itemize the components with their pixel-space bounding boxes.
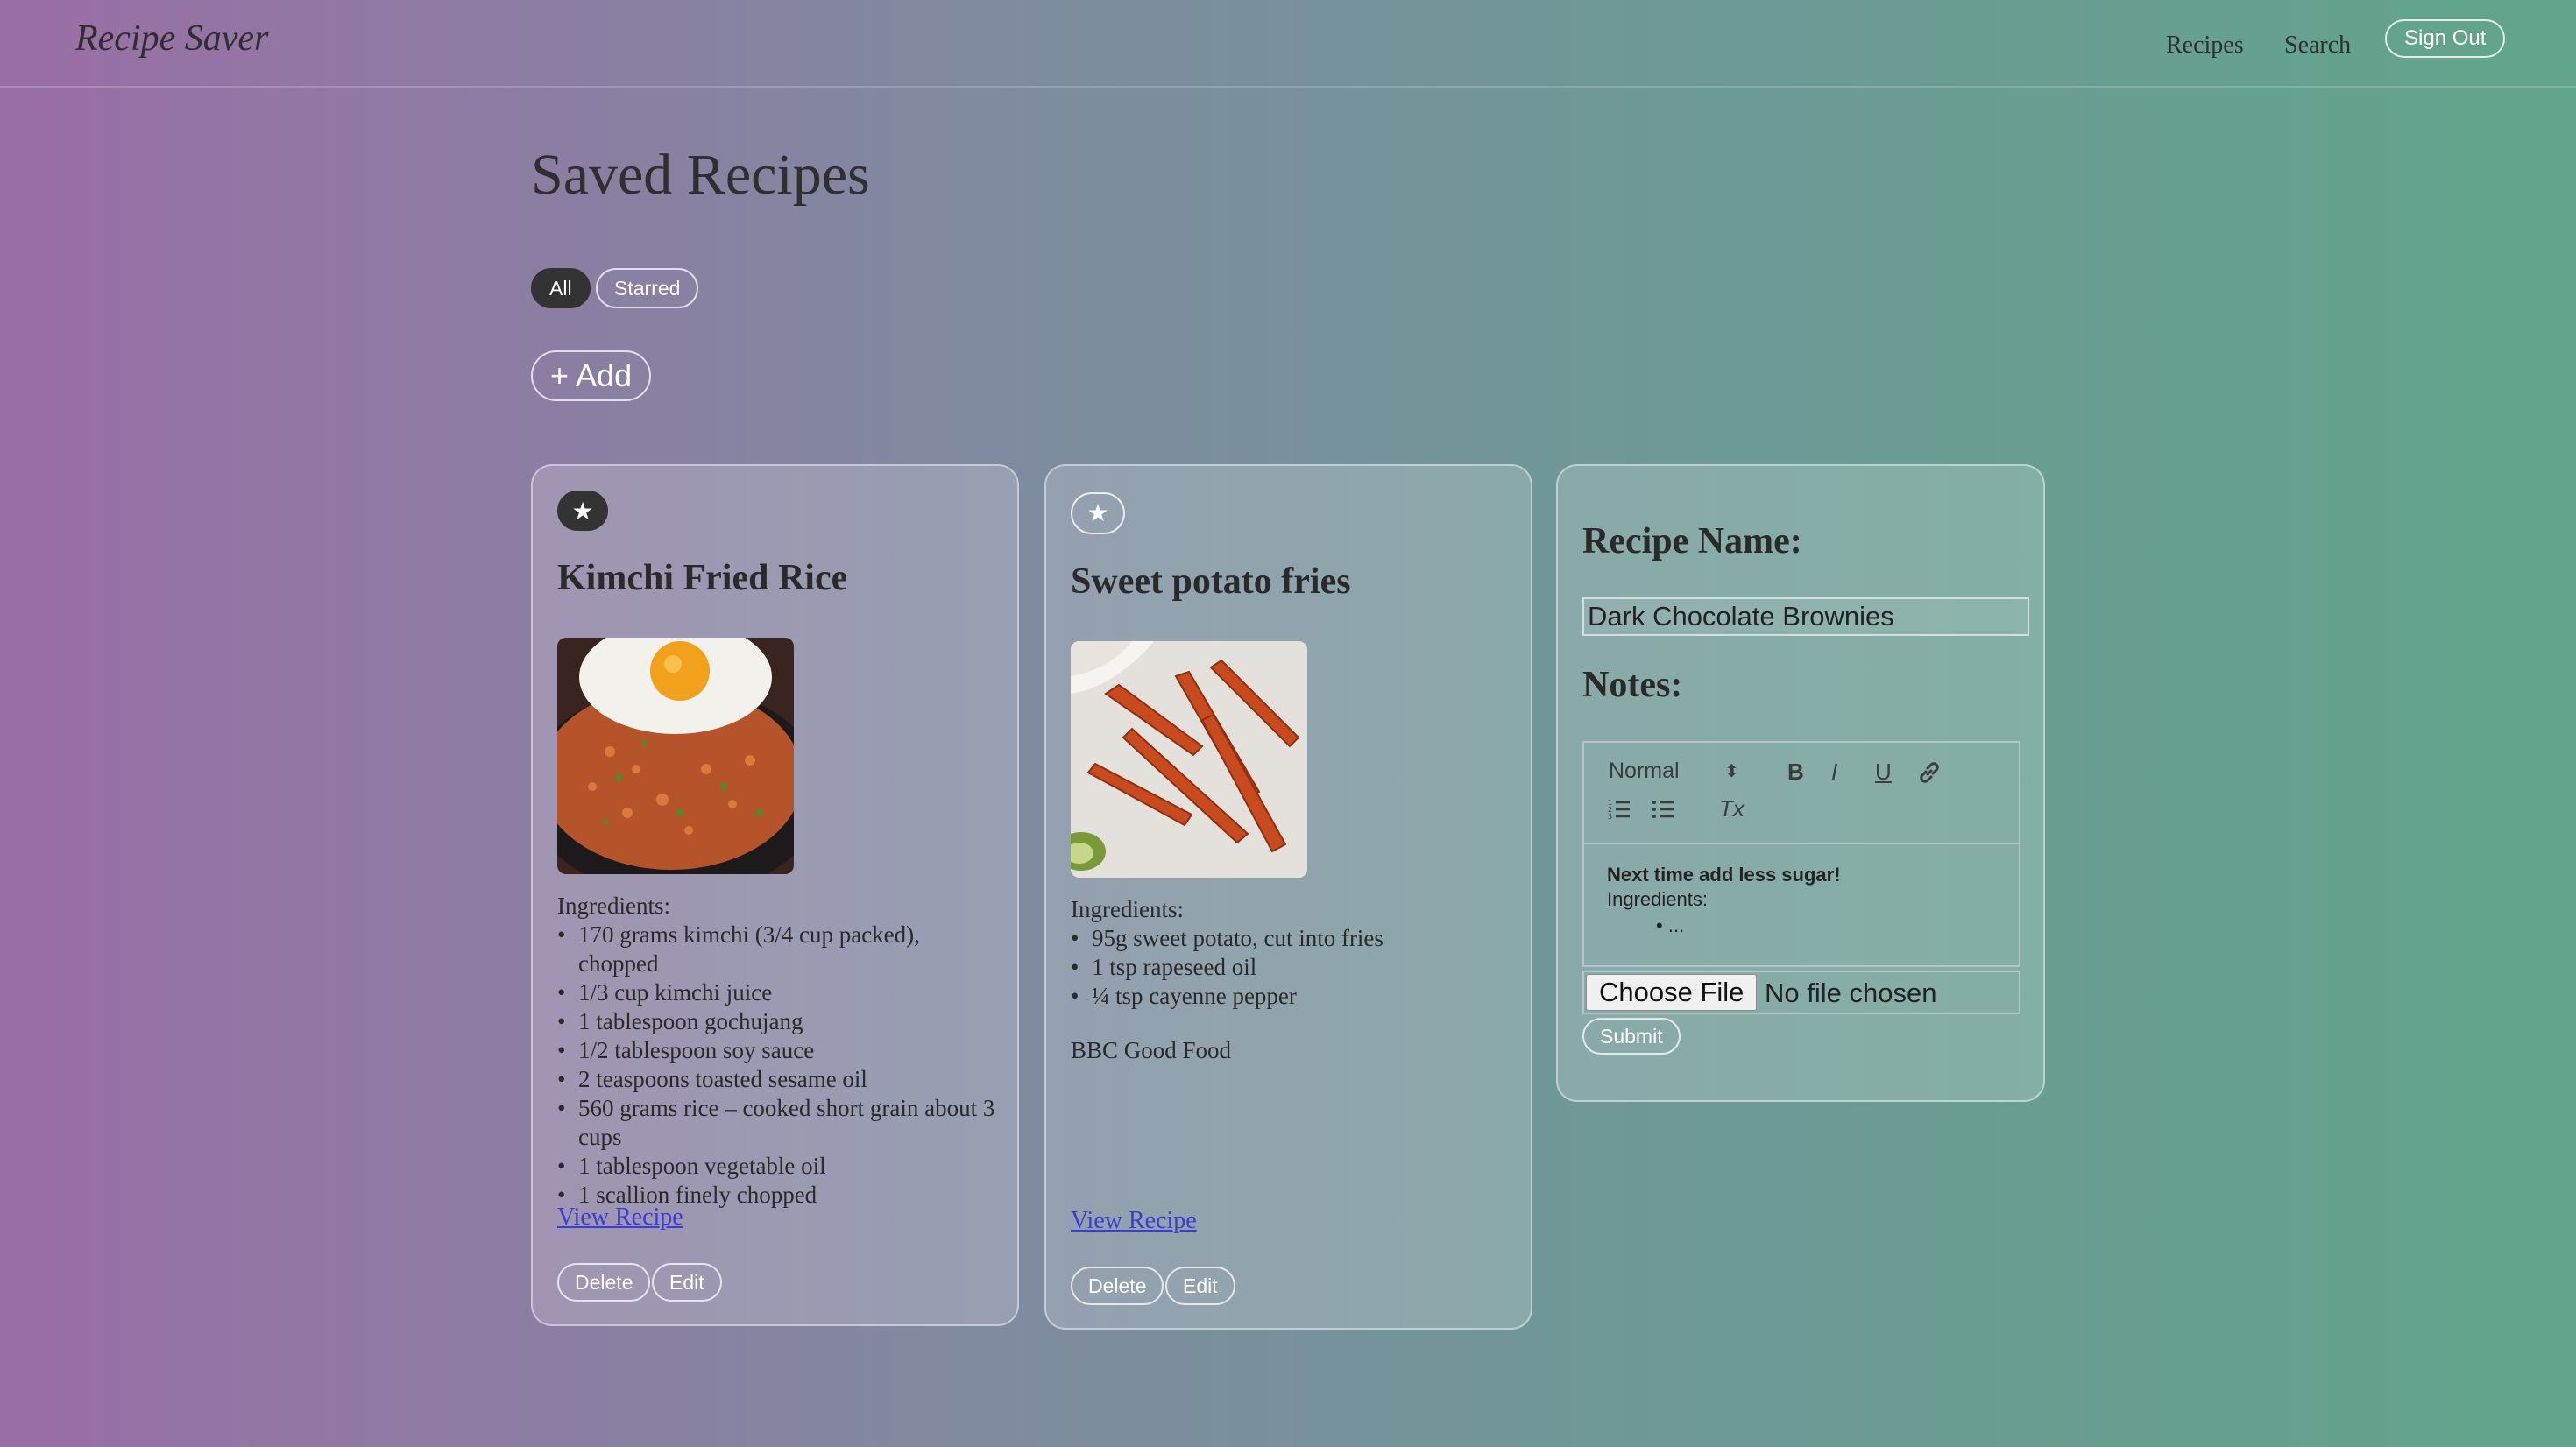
new-recipe-form: Recipe Name: Notes: Normal ⬍ B I U 1 2: [1556, 464, 2045, 1102]
list-item: 1/3 cup kimchi juice: [557, 978, 995, 1007]
add-recipe-button[interactable]: + Add: [531, 350, 652, 401]
ingredients-list: Ingredients: 170 grams kimchi (3/4 cup p…: [557, 892, 995, 1210]
recipe-title: Kimchi Fried Rice: [557, 558, 848, 598]
underline-button[interactable]: U: [1875, 759, 1892, 786]
format-select-arrow-icon: ⬍: [1724, 760, 1739, 781]
clear-format-button[interactable]: Tx: [1719, 795, 1744, 822]
format-select[interactable]: Normal: [1609, 759, 1680, 784]
brand-logo[interactable]: Recipe Saver: [75, 18, 268, 60]
list-item: 2 teaspoons toasted sesame oil: [557, 1065, 995, 1094]
recipe-title: Sweet potato fries: [1071, 561, 1351, 602]
choose-file-button[interactable]: Choose File: [1586, 974, 1758, 1011]
recipe-card: ★ Sweet potato fries Ingredients: 95g sw…: [1044, 464, 1532, 1330]
editor-toolbar: Normal ⬍ B I U 1 2 3 Tx: [1584, 743, 2019, 844]
notes-bullet: • ...: [1656, 914, 1685, 936]
nav-search-link[interactable]: Search: [2284, 32, 2351, 60]
ingredients-list: Ingredients: 95g sweet potato, cut into …: [1071, 895, 1509, 1011]
list-item: 1 tablespoon vegetable oil: [557, 1152, 995, 1181]
recipe-source: BBC Good Food: [1071, 1037, 1232, 1063]
bullet-list-icon[interactable]: [1651, 797, 1675, 828]
notes-bullet-text: ...: [1667, 914, 1685, 936]
italic-button[interactable]: I: [1831, 759, 1837, 786]
bold-button[interactable]: B: [1787, 759, 1804, 786]
ordered-list-icon[interactable]: 1 2 3: [1607, 797, 1631, 828]
recipe-name-input[interactable]: [1582, 597, 2029, 636]
list-item: 1/2 tablespoon soy sauce: [557, 1036, 995, 1065]
edit-button[interactable]: Edit: [652, 1263, 722, 1302]
view-recipe-link[interactable]: View Recipe: [557, 1203, 683, 1232]
delete-button[interactable]: Delete: [557, 1263, 651, 1302]
view-recipe-link[interactable]: View Recipe: [1071, 1207, 1197, 1235]
edit-button[interactable]: Edit: [1165, 1267, 1235, 1305]
recipe-image: [557, 638, 794, 874]
list-item: ¼ tsp cayenne pepper: [1071, 982, 1509, 1011]
submit-button[interactable]: Submit: [1582, 1018, 1681, 1055]
recipe-name-label: Recipe Name:: [1582, 521, 1802, 561]
delete-button[interactable]: Delete: [1071, 1267, 1164, 1305]
file-upload: Choose File No file chosen: [1582, 971, 2020, 1014]
sign-out-button[interactable]: Sign Out: [2385, 19, 2506, 58]
list-item: 170 grams kimchi (3/4 cup packed), chopp…: [557, 921, 995, 978]
notes-content[interactable]: Next time add less sugar! Ingredients: •…: [1607, 860, 1841, 941]
notes-label: Notes:: [1582, 665, 1683, 705]
star-toggle-icon[interactable]: ★: [1071, 492, 1125, 534]
star-toggle-icon[interactable]: ★: [557, 491, 608, 531]
file-status: No file chosen: [1765, 978, 1937, 1008]
list-item: 1 tsp rapeseed oil: [1071, 953, 1509, 982]
list-item: 95g sweet potato, cut into fries: [1071, 924, 1509, 953]
ingredients-heading: Ingredients:: [557, 893, 670, 919]
recipe-image: [1071, 641, 1307, 878]
filter-all-tab[interactable]: All: [531, 268, 591, 308]
recipe-card: ★ Kimchi Fried Rice Ingredients: 170 gra…: [531, 464, 1019, 1326]
list-item: 560 grams rice – cooked short grain abou…: [557, 1094, 995, 1152]
notes-editor: Normal ⬍ B I U 1 2 3 Tx Next time add le…: [1582, 741, 2020, 967]
top-navbar: Recipe Saver Recipes Search Sign Out: [0, 0, 2576, 88]
link-icon[interactable]: [1917, 760, 1942, 791]
list-item: 1 tablespoon gochujang: [557, 1007, 995, 1036]
page-title: Saved Recipes: [531, 143, 870, 207]
svg-text:3: 3: [1608, 813, 1612, 821]
ingredients-heading: Ingredients:: [1071, 896, 1184, 922]
filter-starred-tab[interactable]: Starred: [596, 268, 699, 308]
nav-recipes-link[interactable]: Recipes: [2166, 32, 2244, 60]
